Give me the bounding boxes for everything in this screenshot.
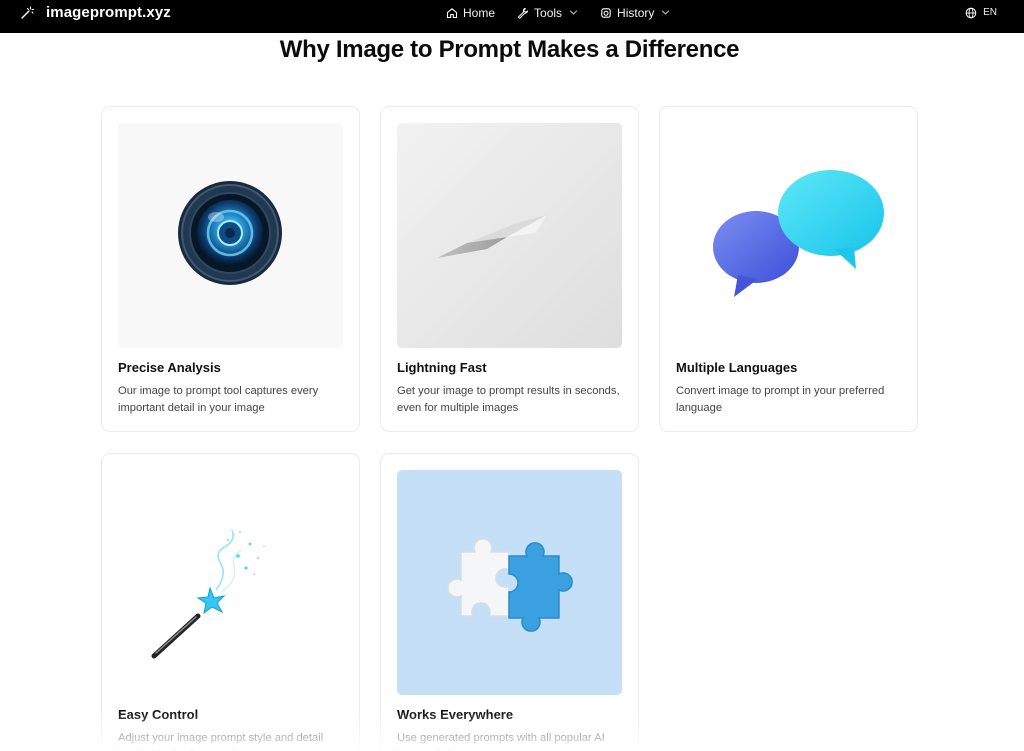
speech-bubbles-image — [676, 123, 901, 348]
camera-lens-image — [118, 123, 343, 348]
feature-description: Our image to prompt tool captures every … — [118, 385, 319, 414]
feature-title: Lightning Fast — [397, 360, 487, 375]
paper-fold-image — [397, 123, 622, 348]
history-icon — [601, 7, 611, 18]
nav-links: Home Tools History — [446, 0, 692, 25]
top-navbar: imageprompt.xyz Home Tools History EN — [0, 0, 1024, 33]
feature-card-lightning-fast: Lightning Fast Get your image to prompt … — [380, 106, 639, 432]
chevron-down-icon — [569, 10, 578, 15]
feature-title: Works Everywhere — [397, 707, 514, 722]
feature-description: Adjust your image prompt style and detai… — [118, 732, 324, 751]
nav-history-label: History — [617, 5, 655, 20]
home-icon — [446, 7, 458, 18]
nav-tools-label: Tools — [534, 5, 563, 20]
feature-description: Use generated prompts with all popular A… — [397, 732, 605, 751]
feature-title: Easy Control — [118, 707, 199, 722]
wrench-icon — [518, 7, 529, 19]
feature-description: Get your image to prompt results in seco… — [397, 385, 620, 414]
brand-link[interactable]: imageprompt.xyz — [20, 0, 171, 25]
brand-name: imageprompt.xyz — [46, 4, 171, 21]
nav-home-label: Home — [463, 5, 496, 20]
nav-tools-dropdown[interactable]: Tools — [517, 6, 578, 20]
language-selector[interactable]: EN — [965, 0, 997, 25]
feature-title: Precise Analysis — [118, 360, 221, 375]
nav-history-dropdown[interactable]: History — [600, 6, 670, 20]
feature-title: Multiple Languages — [676, 360, 798, 375]
feature-card-multiple-languages: Multiple Languages Convert image to prom… — [659, 106, 918, 432]
nav-home-link[interactable]: Home — [446, 6, 495, 20]
feature-card-works-everywhere: Works Everywhere Use generated prompts w… — [380, 453, 639, 751]
magic-wand-icon — [21, 5, 34, 19]
feature-description: Convert image to prompt in your preferre… — [676, 385, 885, 414]
feature-card-easy-control: Easy Control Adjust your image prompt st… — [101, 453, 360, 751]
magic-wand-image — [118, 470, 343, 695]
feature-card-precise-analysis: Precise Analysis Our image to prompt too… — [101, 106, 360, 432]
puzzle-pieces-image — [397, 470, 622, 695]
globe-icon — [965, 7, 977, 18]
language-label: EN — [983, 7, 997, 18]
section-title: Why Image to Prompt Makes a Difference — [279, 36, 740, 63]
chevron-down-icon — [662, 10, 670, 15]
